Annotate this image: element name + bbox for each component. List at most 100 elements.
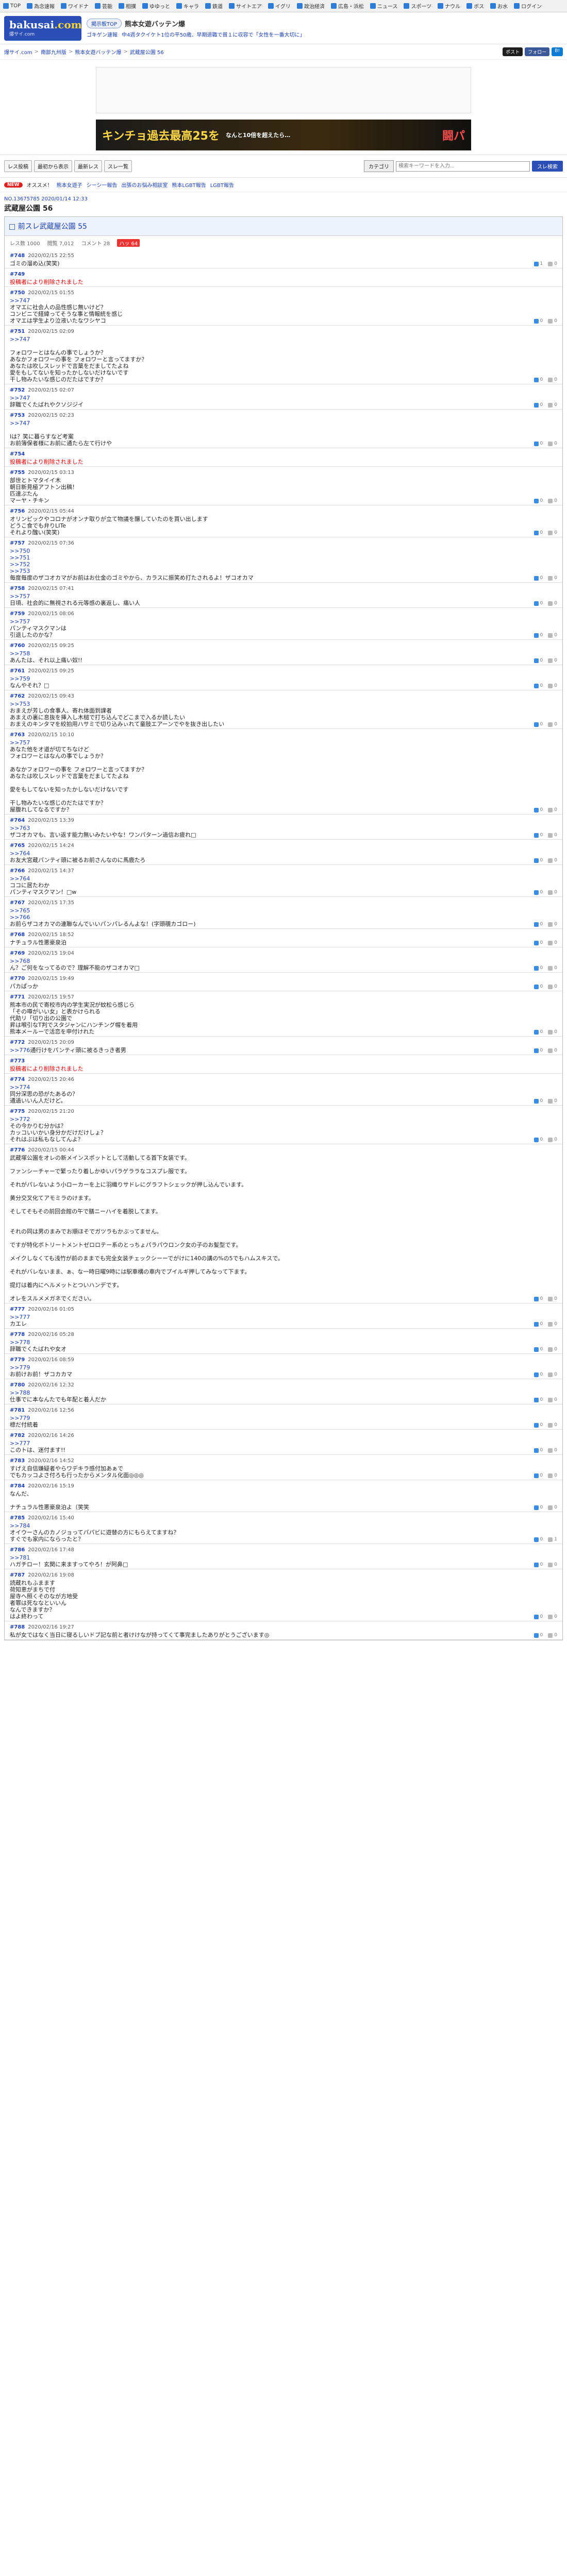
nav-item[interactable]: お水 — [490, 2, 508, 10]
nav-item[interactable]: ゆゆっと — [142, 2, 170, 10]
upvote-button[interactable]: 0 — [533, 402, 543, 408]
downvote-button[interactable]: 0 — [548, 1448, 557, 1453]
downvote-button[interactable]: 0 — [548, 658, 557, 663]
post-number[interactable]: #768 — [10, 932, 25, 938]
reply-button[interactable]: レス投稿 — [4, 160, 32, 172]
upvote-button[interactable]: 0 — [533, 683, 543, 688]
post-number[interactable]: #780 — [10, 1382, 25, 1388]
post-number[interactable]: #785 — [10, 1515, 25, 1521]
post-number[interactable]: #786 — [10, 1547, 25, 1553]
post-number[interactable]: #771 — [10, 994, 25, 1000]
news-link-2[interactable]: 中4週タクイケト1位の平50歳、早期退職で貧１に収容で「女性を一番大切に」 — [122, 30, 305, 38]
downvote-button[interactable]: 0 — [548, 683, 557, 688]
ticker-link-2[interactable]: シーシ一報告 — [87, 181, 118, 189]
upvote-button[interactable]: 1 — [533, 261, 543, 266]
post-number[interactable]: #758 — [10, 586, 25, 591]
upvote-button[interactable]: 0 — [533, 1505, 543, 1510]
post-number[interactable]: #784 — [10, 1483, 25, 1489]
upvote-button[interactable]: 0 — [533, 1296, 543, 1301]
post-number[interactable]: #775 — [10, 1109, 25, 1114]
upvote-button[interactable]: 0 — [533, 1422, 543, 1428]
downvote-button[interactable]: 0 — [548, 1029, 557, 1035]
news-link-1[interactable]: ゴキゲン速報 — [87, 30, 118, 38]
breadcrumb-board[interactable]: 熊本女遊バッテン爆 — [75, 48, 121, 56]
post-number[interactable]: #759 — [10, 611, 25, 617]
upvote-button[interactable]: 0 — [533, 807, 543, 812]
post-number[interactable]: #773 — [10, 1058, 25, 1064]
post-number[interactable]: #762 — [10, 693, 25, 699]
upvote-button[interactable]: 0 — [533, 1048, 543, 1053]
downvote-button[interactable]: 0 — [548, 1422, 557, 1428]
nav-item[interactable]: 芸能 — [95, 2, 112, 10]
upvote-button[interactable]: 0 — [533, 1448, 543, 1453]
downvote-button[interactable]: 0 — [548, 575, 557, 581]
upvote-button[interactable]: 0 — [533, 377, 543, 382]
downvote-button[interactable]: 0 — [548, 1505, 557, 1510]
post-number[interactable]: #787 — [10, 1572, 25, 1578]
downvote-button[interactable]: 0 — [548, 722, 557, 727]
upvote-button[interactable]: 0 — [533, 1347, 543, 1352]
board-name[interactable]: 熊本女遊バッテン爆 — [125, 19, 185, 28]
downvote-button[interactable]: 0 — [548, 1296, 557, 1301]
search-button[interactable]: スレ検索 — [532, 161, 563, 172]
downvote-button[interactable]: 0 — [548, 530, 557, 535]
thread-list-button[interactable]: スレ一覧 — [104, 160, 132, 172]
show-from-start-button[interactable]: 最初から表示 — [34, 160, 72, 172]
downvote-button[interactable]: 0 — [548, 833, 557, 838]
ticker-link-1[interactable]: 熊本女遊子 — [57, 181, 82, 189]
upvote-button[interactable]: 0 — [533, 922, 543, 927]
upvote-button[interactable]: 0 — [533, 833, 543, 838]
downvote-button[interactable]: 0 — [548, 1321, 557, 1327]
post-number[interactable]: #781 — [10, 1408, 25, 1413]
post-number[interactable]: #764 — [10, 818, 25, 823]
nav-item[interactable]: 為念速報 — [27, 2, 55, 10]
ad-banner[interactable]: キンチョ過去最高25を なんと10倍を超えたら… 闘パ — [96, 120, 471, 150]
post-number[interactable]: #749 — [10, 272, 25, 277]
post-number[interactable]: #765 — [10, 843, 25, 849]
downvote-button[interactable]: 0 — [548, 498, 557, 503]
post-number[interactable]: #752 — [10, 387, 25, 393]
nav-item[interactable]: イグリ — [268, 2, 291, 10]
category-select[interactable]: カテゴリ — [364, 160, 394, 172]
upvote-button[interactable]: 0 — [533, 984, 543, 989]
post-number[interactable]: #778 — [10, 1332, 25, 1337]
post-number[interactable]: #782 — [10, 1433, 25, 1438]
upvote-button[interactable]: 0 — [533, 1633, 543, 1638]
post-number[interactable]: #760 — [10, 643, 25, 649]
upvote-button[interactable]: 0 — [533, 530, 543, 535]
upvote-button[interactable]: 0 — [533, 1397, 543, 1402]
post-number[interactable]: #783 — [10, 1458, 25, 1464]
downvote-button[interactable]: 0 — [548, 1397, 557, 1402]
post-number[interactable]: #774 — [10, 1077, 25, 1082]
downvote-button[interactable]: 0 — [548, 1372, 557, 1377]
downvote-button[interactable]: 0 — [548, 441, 557, 446]
post-number[interactable]: #751 — [10, 329, 25, 334]
nav-item[interactable]: キャラ — [176, 2, 199, 10]
breadcrumb-home[interactable]: 爆サイ.com — [4, 48, 32, 56]
post-number[interactable]: #761 — [10, 668, 25, 674]
downvote-button[interactable]: 0 — [548, 1562, 557, 1567]
downvote-button[interactable]: 0 — [548, 1347, 557, 1352]
upvote-button[interactable]: 0 — [533, 1137, 543, 1142]
upvote-button[interactable]: 0 — [533, 1372, 543, 1377]
downvote-button[interactable]: 0 — [548, 807, 557, 812]
bookmark-button[interactable]: B! — [552, 47, 563, 56]
post-number[interactable]: #757 — [10, 540, 25, 546]
site-logo[interactable]: bakusai.com 爆サイ.com — [4, 15, 82, 41]
nav-item[interactable]: 鉄道 — [205, 2, 223, 10]
upvote-button[interactable]: 0 — [533, 1029, 543, 1035]
nav-item[interactable]: ログイン — [514, 2, 542, 10]
downvote-button[interactable]: 0 — [548, 965, 557, 971]
downvote-button[interactable]: 0 — [548, 984, 557, 989]
nav-item[interactable]: 相撲 — [119, 2, 136, 10]
op-vote[interactable]: ハッ 64 — [117, 239, 140, 247]
downvote-button[interactable]: 0 — [548, 377, 557, 382]
upvote-button[interactable]: 0 — [533, 1614, 543, 1619]
post-number[interactable]: #766 — [10, 868, 25, 874]
nav-item[interactable]: ワイドナ — [61, 2, 89, 10]
post-number[interactable]: #750 — [10, 290, 25, 296]
nav-item[interactable]: ボス — [466, 2, 484, 10]
upvote-button[interactable]: 0 — [533, 441, 543, 446]
latest-replies-button[interactable]: 最新レス — [74, 160, 102, 172]
post-number[interactable]: #777 — [10, 1307, 25, 1312]
